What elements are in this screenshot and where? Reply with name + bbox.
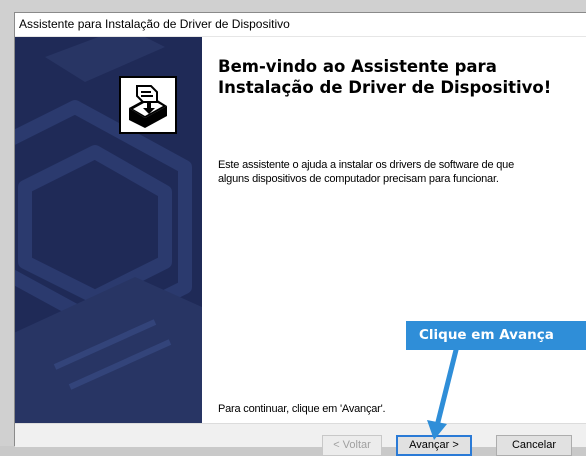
heading-line-1: Bem-vindo ao Assistente para: [218, 57, 497, 76]
wizard-window: Assistente para Instalação de Driver de …: [14, 12, 586, 447]
wizard-heading: Bem-vindo ao Assistente para Instalação …: [218, 56, 586, 98]
wizard-content: Bem-vindo ao Assistente para Instalação …: [202, 37, 586, 423]
heading-line-2: Instalação de Driver de Dispositivo!: [218, 78, 552, 97]
wizard-description: Este assistente o ajuda a instalar os dr…: [218, 159, 514, 185]
instruction-callout: Clique em Avança: [406, 321, 586, 350]
window-title: Assistente para Instalação de Driver de …: [19, 17, 290, 31]
continue-hint: Para continuar, clique em 'Avançar'.: [218, 403, 386, 415]
title-bar[interactable]: Assistente para Instalação de Driver de …: [15, 13, 586, 37]
wizard-banner: [15, 37, 202, 423]
device-driver-install-icon: [119, 76, 177, 134]
screenshot-frame: Assistente para Instalação de Driver de …: [0, 0, 586, 456]
